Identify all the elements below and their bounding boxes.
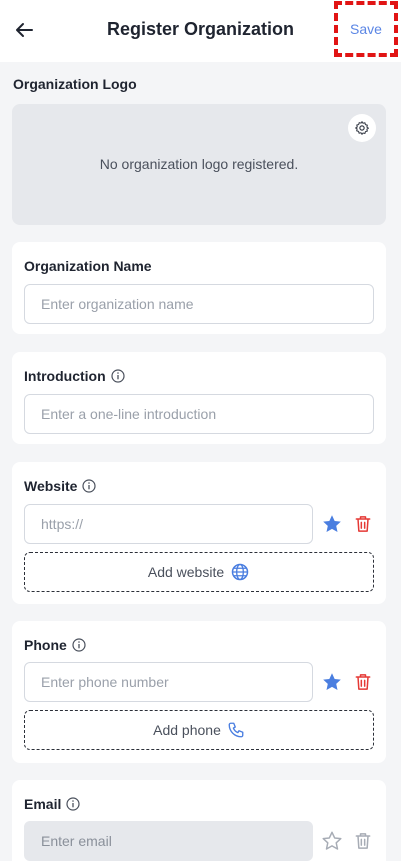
logo-settings-button[interactable] <box>348 114 376 142</box>
gear-icon <box>355 121 369 135</box>
add-website-label: Add website <box>147 564 225 580</box>
logo-placeholder: No organization logo registered. <box>12 104 386 225</box>
phone-delete-button[interactable] <box>351 670 375 694</box>
globe-icon <box>231 563 249 581</box>
back-button[interactable] <box>12 18 36 42</box>
arrow-left-icon <box>16 23 33 37</box>
add-phone-label: Add phone <box>153 722 221 738</box>
phone-icon <box>228 722 244 738</box>
star-outline-icon <box>322 831 342 850</box>
top-app-bar: Register Organization Save <box>0 0 401 62</box>
website-delete-button[interactable] <box>351 512 375 536</box>
save-button[interactable]: Save <box>334 1 398 57</box>
email-input[interactable]: Enter email <box>24 821 313 861</box>
phone-label-text: Phone <box>24 637 67 653</box>
introduction-card: Introduction Enter a one-line introducti… <box>12 352 386 444</box>
org-name-label-text: Organization Name <box>24 258 152 274</box>
info-icon[interactable] <box>111 369 125 383</box>
phone-label: Phone <box>24 637 86 653</box>
logo-empty-text: No organization logo registered. <box>99 156 299 172</box>
trash-icon <box>355 833 371 849</box>
trash-icon <box>355 674 371 690</box>
phone-card: Phone Enter phone number Add phone <box>12 621 386 763</box>
website-card: Website https:// Add website <box>12 462 386 604</box>
trash-icon <box>355 516 371 532</box>
website-input[interactable]: https:// <box>24 504 313 544</box>
org-name-input[interactable]: Enter organization name <box>24 284 374 324</box>
star-filled-icon <box>323 515 341 532</box>
introduction-label-text: Introduction <box>24 368 106 384</box>
phone-primary-star-button[interactable] <box>320 670 344 694</box>
email-label-text: Email <box>24 796 62 812</box>
introduction-input[interactable]: Enter a one-line introduction <box>24 394 374 434</box>
website-label: Website <box>24 478 97 494</box>
add-phone-button[interactable]: Add phone <box>24 710 374 750</box>
phone-input[interactable]: Enter phone number <box>24 662 313 702</box>
website-label-text: Website <box>24 478 78 494</box>
add-website-button[interactable]: Add website <box>24 552 374 592</box>
introduction-label: Introduction <box>24 368 125 384</box>
info-icon[interactable] <box>72 638 86 652</box>
logo-section-label: Organization Logo <box>13 76 137 92</box>
email-primary-star-button[interactable] <box>320 829 344 853</box>
email-delete-button[interactable] <box>351 829 375 853</box>
info-icon[interactable] <box>66 797 80 811</box>
email-label: Email <box>24 796 80 812</box>
org-name-card: Organization Name Enter organization nam… <box>12 242 386 334</box>
info-icon[interactable] <box>82 479 97 493</box>
website-primary-star-button[interactable] <box>320 512 344 536</box>
org-name-label: Organization Name <box>24 258 152 274</box>
email-card: Email Enter email <box>12 780 386 861</box>
star-filled-icon <box>323 673 341 690</box>
